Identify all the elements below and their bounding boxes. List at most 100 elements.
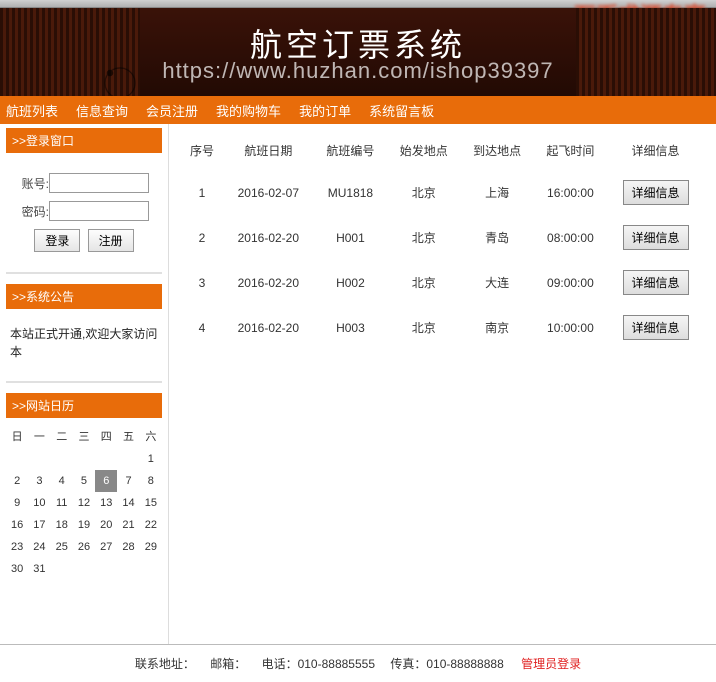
table-cell-to: 青岛 [460,215,533,260]
calendar-day[interactable]: 1 [140,448,162,470]
calendar-day[interactable]: 23 [6,536,28,558]
login-box: 账号: 密码: 登录 注册 [6,159,162,262]
calendar-day[interactable]: 29 [140,536,162,558]
calendar-day[interactable]: 19 [73,514,95,536]
calendar-day[interactable]: 10 [28,492,50,514]
calendar-day [95,558,117,580]
footer-fax: 传真：010-88888888 [390,657,503,671]
calendar-day[interactable]: 26 [73,536,95,558]
table-cell-from: 北京 [387,305,460,350]
calendar-weekday: 一 [28,424,50,448]
table-header: 始发地点 [387,132,460,170]
table-cell-date: 2016-02-20 [223,260,314,305]
calendar-day[interactable]: 20 [95,514,117,536]
calendar-day[interactable]: 9 [6,492,28,514]
calendar-weekday: 四 [95,424,117,448]
password-label: 密码: [19,203,49,220]
table-header: 序号 [181,132,223,170]
calendar-day[interactable]: 15 [140,492,162,514]
table-cell-seq: 4 [181,305,223,350]
calendar-day[interactable]: 5 [73,470,95,492]
table-cell-seq: 3 [181,260,223,305]
table-cell-code: MU1818 [314,170,387,216]
nav-cart[interactable]: 我的购物车 [216,101,281,120]
detail-button[interactable]: 详细信息 [623,225,689,250]
table-cell-date: 2016-02-20 [223,215,314,260]
calendar-day [6,448,28,470]
calendar-day [73,558,95,580]
calendar-day[interactable]: 6 [95,470,117,492]
detail-button[interactable]: 详细信息 [623,270,689,295]
table-row: 42016-02-20H003北京南京10:00:00详细信息 [181,305,704,350]
calendar-weekday: 日 [6,424,28,448]
table-cell-date: 2016-02-07 [223,170,314,216]
notice-text: 本站正式开通,欢迎大家访问本 [6,315,162,371]
table-cell-from: 北京 [387,170,460,216]
main-nav: 航班列表 信息查询 会员注册 我的购物车 我的订单 系统留言板 [0,96,716,124]
calendar-day[interactable]: 21 [117,514,139,536]
main-content: 序号航班日期航班编号始发地点到达地点起飞时间详细信息 12016-02-07MU… [168,124,716,644]
username-label: 账号: [19,175,49,192]
watermark-url: https://www.huzhan.com/ishop39397 [0,58,716,84]
calendar-day[interactable]: 14 [117,492,139,514]
divider [6,272,162,274]
detail-button[interactable]: 详细信息 [623,315,689,340]
flight-table: 序号航班日期航班编号始发地点到达地点起飞时间详细信息 12016-02-07MU… [181,132,704,350]
table-cell-from: 北京 [387,260,460,305]
table-row: 22016-02-20H001北京青岛08:00:00详细信息 [181,215,704,260]
calendar-day [73,448,95,470]
calendar-day[interactable]: 28 [117,536,139,558]
detail-button[interactable]: 详细信息 [623,180,689,205]
banner: 航空订票系统 https://www.huzhan.com/ishop39397 [0,8,716,96]
window-topbar: 万币求源专享 [0,0,716,8]
footer-contact: 联系地址： [135,657,195,671]
nav-guestbook[interactable]: 系统留言板 [369,101,434,120]
calendar-weekday: 五 [117,424,139,448]
nav-info-search[interactable]: 信息查询 [76,101,128,120]
admin-login-link[interactable]: 管理员登录 [521,657,581,671]
table-cell-to: 上海 [460,170,533,216]
table-cell-time: 09:00:00 [534,260,607,305]
table-header: 到达地点 [460,132,533,170]
nav-register[interactable]: 会员注册 [146,101,198,120]
table-cell-date: 2016-02-20 [223,305,314,350]
calendar-day[interactable]: 30 [6,558,28,580]
calendar-day[interactable]: 18 [51,514,73,536]
table-cell-code: H003 [314,305,387,350]
login-button[interactable]: 登录 [34,229,80,252]
calendar: 日一二三四五六 12345678910111213141516171819202… [6,424,162,580]
calendar-day[interactable]: 24 [28,536,50,558]
username-input[interactable] [49,173,149,193]
footer-email: 邮箱： [210,657,246,671]
calendar-day[interactable]: 8 [140,470,162,492]
calendar-day[interactable]: 13 [95,492,117,514]
password-input[interactable] [49,201,149,221]
register-button[interactable]: 注册 [88,229,134,252]
calendar-panel-title: >>网站日历 [6,393,162,418]
calendar-day[interactable]: 11 [51,492,73,514]
table-cell-time: 16:00:00 [534,170,607,216]
calendar-day[interactable]: 17 [28,514,50,536]
calendar-day[interactable]: 22 [140,514,162,536]
nav-flight-list[interactable]: 航班列表 [6,101,58,120]
nav-orders[interactable]: 我的订单 [299,101,351,120]
calendar-day [117,558,139,580]
calendar-day[interactable]: 25 [51,536,73,558]
calendar-day [51,558,73,580]
table-header: 航班日期 [223,132,314,170]
notice-panel-title: >>系统公告 [6,284,162,309]
calendar-weekday: 六 [140,424,162,448]
calendar-day [51,448,73,470]
calendar-day[interactable]: 4 [51,470,73,492]
calendar-day[interactable]: 16 [6,514,28,536]
calendar-day[interactable]: 27 [95,536,117,558]
calendar-day [117,448,139,470]
table-header: 起飞时间 [534,132,607,170]
footer-phone: 电话：010-88885555 [262,657,375,671]
calendar-day[interactable]: 31 [28,558,50,580]
calendar-day[interactable]: 3 [28,470,50,492]
calendar-day[interactable]: 2 [6,470,28,492]
calendar-day[interactable]: 7 [117,470,139,492]
table-cell-to: 南京 [460,305,533,350]
calendar-day[interactable]: 12 [73,492,95,514]
